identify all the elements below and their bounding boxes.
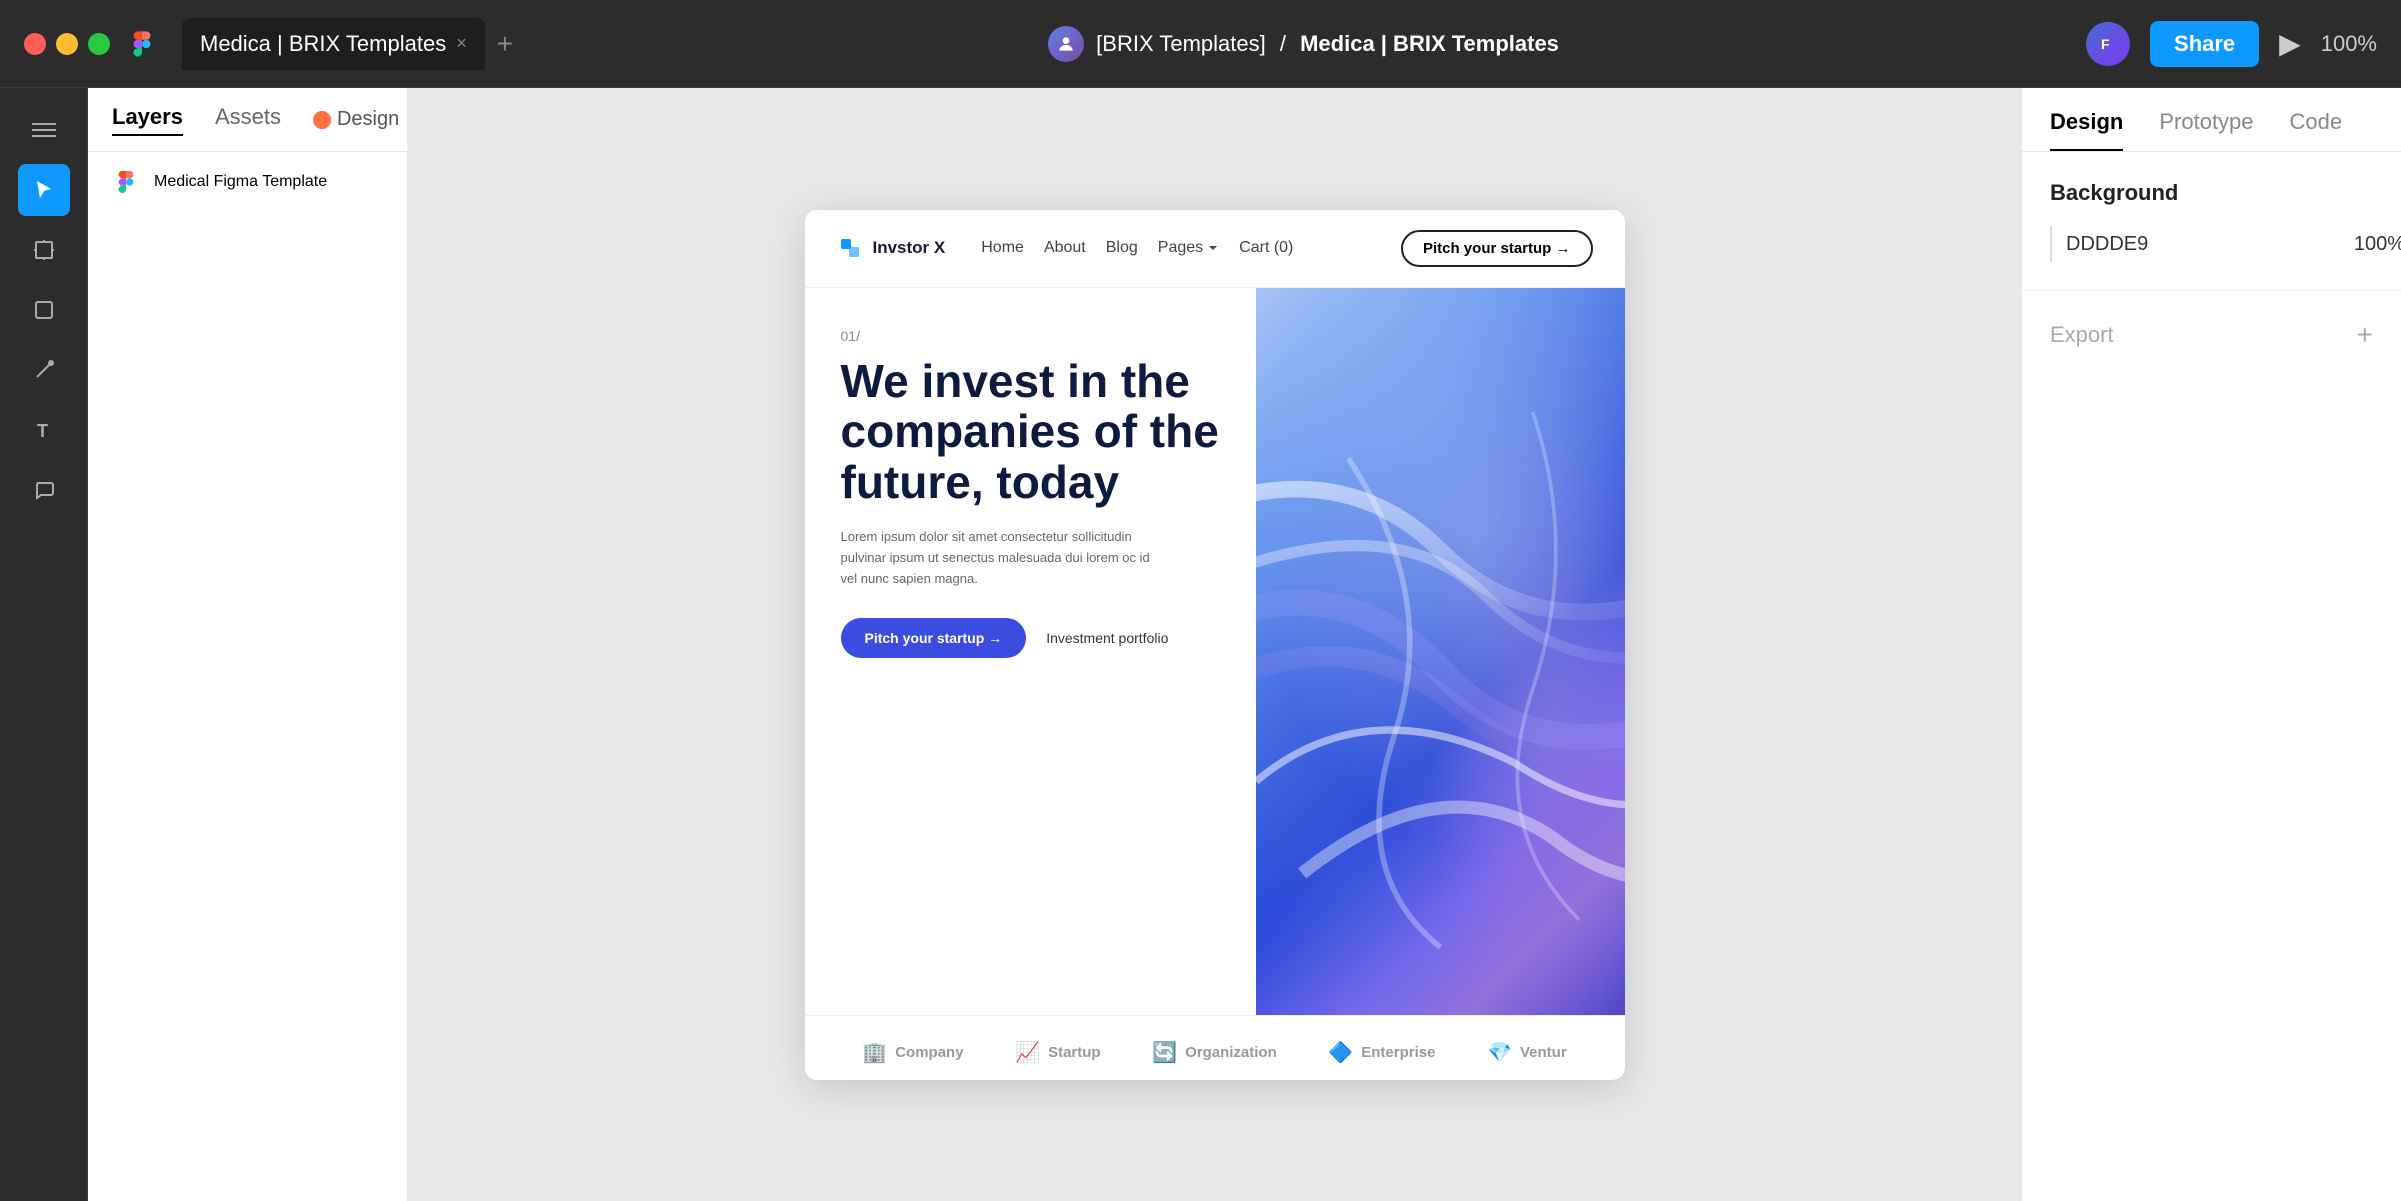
nav-links: Home About Blog Pages Cart (0) (981, 239, 1293, 257)
assets-tab[interactable]: Assets (215, 104, 281, 136)
company-icon: 🏢 (862, 1040, 887, 1065)
export-section: Export + (2022, 291, 2401, 379)
design-dot (313, 111, 331, 129)
tab-bar: Medica | BRIX Templates × + (182, 18, 521, 70)
hero-pitch-button[interactable]: Pitch your startup → (841, 618, 1027, 658)
design-frame: Invstor X Home About Blog Pages Cart (0)… (805, 210, 1625, 1080)
breadcrumb-file: Medica | BRIX Templates (1300, 31, 1559, 56)
figma-layer-icon (112, 168, 140, 196)
organization-icon: 🔄 (1152, 1040, 1177, 1065)
left-panel: Layers Assets Design Medical Figma Templ… (88, 88, 408, 1201)
toolbar-center: [BRIX Templates] / Medica | BRIX Templat… (537, 26, 2070, 62)
export-label: Export (2050, 322, 2114, 348)
select-tool-button[interactable] (18, 164, 70, 216)
design-tab[interactable]: Design (2050, 109, 2123, 151)
nav-about[interactable]: About (1044, 239, 1086, 257)
design-label: Design (337, 108, 399, 131)
main-area: T Layers Assets Design Medical Figma (0, 88, 2401, 1201)
layers-tab[interactable]: Layers (112, 104, 183, 136)
traffic-lights (24, 33, 110, 55)
hex-input[interactable] (2066, 233, 2331, 256)
nav-pitch-button[interactable]: Pitch your startup → (1401, 230, 1593, 267)
layer-name: Medical Figma Template (154, 173, 327, 191)
toolbar-right: F Share ▶ 100% (2086, 21, 2377, 67)
logo-enterprise: 🔷 Enterprise (1328, 1040, 1435, 1065)
logo-text: Invstor X (873, 238, 946, 258)
tab-close-button[interactable]: × (456, 33, 467, 54)
play-button[interactable]: ▶ (2279, 27, 2301, 60)
nav-cart[interactable]: Cart (0) (1239, 239, 1293, 257)
panel-tabs: Layers Assets Design (88, 88, 407, 152)
logo-company: 🏢 Company (862, 1040, 963, 1065)
breadcrumb-sep: / (1280, 31, 1286, 56)
enterprise-label: Enterprise (1361, 1044, 1435, 1061)
pen-tool-button[interactable] (18, 344, 70, 396)
maximize-button[interactable] (88, 33, 110, 55)
nav-home[interactable]: Home (981, 239, 1024, 257)
hero-right (1256, 288, 1625, 1080)
breadcrumb-org: [BRIX Templates] (1096, 31, 1266, 56)
hero-pitch-label: Pitch your startup → (865, 630, 1003, 646)
swirl-svg (1256, 288, 1625, 1080)
logos-bar: 🏢 Company 📈 Startup 🔄 Organization 🔷 Ent… (805, 1015, 1625, 1080)
background-row (2050, 226, 2373, 262)
prototype-tab[interactable]: Prototype (2159, 109, 2253, 151)
nav-pages[interactable]: Pages (1158, 239, 1219, 257)
hero-description: Lorem ipsum dolor sit amet consectetur s… (841, 527, 1161, 589)
user-avatar (1048, 26, 1084, 62)
hero-invest-link[interactable]: Investment portfolio (1046, 630, 1168, 646)
hero-section: 01/ We invest in the companies of the fu… (805, 288, 1625, 1080)
background-section: Background (2022, 152, 2401, 291)
startup-label: Startup (1048, 1044, 1101, 1061)
logo-area: Invstor X (837, 235, 946, 261)
titlebar: Medica | BRIX Templates × + [BRIX Templa… (0, 0, 2401, 88)
design-badge[interactable]: Design (313, 108, 419, 131)
svg-text:T: T (37, 421, 48, 441)
minimize-button[interactable] (56, 33, 78, 55)
menu-button[interactable] (18, 104, 70, 156)
logo-organization: 🔄 Organization (1152, 1040, 1277, 1065)
new-tab-button[interactable]: + (489, 20, 521, 68)
frame-tool-button[interactable] (18, 224, 70, 276)
background-label: Background (2050, 180, 2373, 206)
logo-startup: 📈 Startup (1015, 1040, 1100, 1065)
team-icon: F (2086, 22, 2130, 66)
hero-left: 01/ We invest in the companies of the fu… (805, 288, 1256, 1080)
figma-icon (126, 28, 158, 60)
code-tab[interactable]: Code (2290, 109, 2343, 151)
text-tool-button[interactable]: T (18, 404, 70, 456)
hero-title: We invest in the companies of the future… (841, 356, 1220, 508)
canvas-area[interactable]: Invstor X Home About Blog Pages Cart (0)… (408, 88, 2021, 1201)
active-tab[interactable]: Medica | BRIX Templates × (182, 18, 485, 70)
hero-actions: Pitch your startup → Investment portfoli… (841, 618, 1220, 658)
nav-blog[interactable]: Blog (1106, 239, 1138, 257)
enterprise-icon: 🔷 (1328, 1040, 1353, 1065)
nav-pitch-label: Pitch your startup → (1423, 240, 1571, 257)
company-label: Company (895, 1044, 963, 1061)
venture-icon: 💎 (1487, 1040, 1512, 1065)
startup-icon: 📈 (1015, 1040, 1040, 1065)
logo-venture: 💎 Ventur (1487, 1040, 1567, 1065)
layer-item[interactable]: Medical Figma Template (88, 152, 407, 212)
organization-label: Organization (1185, 1044, 1277, 1061)
close-button[interactable] (24, 33, 46, 55)
share-button[interactable]: Share (2150, 21, 2259, 67)
right-panel-tabs: Design Prototype Code (2022, 88, 2401, 152)
right-panel: Design Prototype Code Background Export … (2021, 88, 2401, 1201)
left-toolbar: T (0, 88, 88, 1201)
tab-title: Medica | BRIX Templates (200, 31, 446, 57)
breadcrumb: [BRIX Templates] / Medica | BRIX Templat… (1096, 31, 1559, 57)
abstract-background (1256, 288, 1625, 1080)
opacity-input[interactable] (2345, 233, 2401, 256)
background-color-swatch[interactable] (2050, 226, 2052, 262)
export-add-button[interactable]: + (2357, 319, 2373, 351)
logo-icon (837, 235, 863, 261)
rect-tool-button[interactable] (18, 284, 70, 336)
design-nav: Invstor X Home About Blog Pages Cart (0)… (805, 210, 1625, 288)
zoom-level[interactable]: 100% (2321, 31, 2377, 57)
venture-label: Ventur (1520, 1044, 1567, 1061)
svg-text:F: F (2101, 36, 2110, 52)
hero-eyebrow: 01/ (841, 328, 1220, 344)
comment-tool-button[interactable] (18, 464, 70, 516)
